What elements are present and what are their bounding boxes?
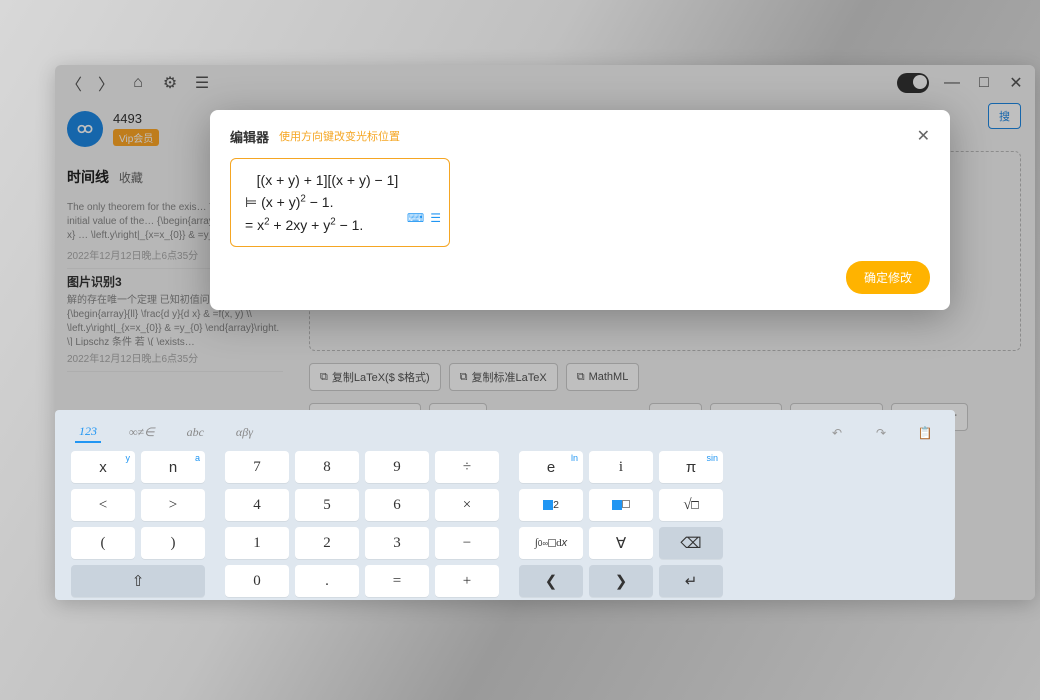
key-right[interactable]: ❯ [589,565,653,597]
key-divide[interactable]: ÷ [435,451,499,483]
undo-icon[interactable]: ↶ [827,423,847,443]
key-enter[interactable]: ↵ [659,565,723,597]
kb-tab-symbols[interactable]: ∞≠∈ [125,423,159,442]
key-x[interactable]: xy [71,451,135,483]
key-forall[interactable]: ∀ [589,527,653,559]
key-gt[interactable]: > [141,489,205,521]
key-3[interactable]: 3 [365,527,429,559]
key-subtract[interactable]: − [435,527,499,559]
key-i[interactable]: i [589,451,653,483]
kb-tab-greek[interactable]: αβγ [232,423,257,442]
key-shift[interactable]: ⇧ [71,565,205,597]
key-7[interactable]: 7 [225,451,289,483]
key-dot[interactable]: . [295,565,359,597]
virtual-keyboard: 123 ∞≠∈ abc αβγ ↶ ↷ 📋 xy na < > ( ) ⇧ 7 … [55,410,955,600]
key-n[interactable]: na [141,451,205,483]
key-lparen[interactable]: ( [71,527,135,559]
key-e[interactable]: eln [519,451,583,483]
key-square[interactable]: 2 [519,489,583,521]
formula-line-1: [(x + y) + 1][(x + y) − 1] [245,169,435,191]
kb-group-numpad: 7 8 9 ÷ 4 5 6 × 1 2 3 − 0 . = + [225,451,499,597]
editor-modal: 编辑器 使用方向键改变光标位置 ✕ [(x + y) + 1][(x + y) … [210,110,950,310]
redo-icon[interactable]: ↷ [871,423,891,443]
kb-tab-123[interactable]: 123 [75,422,101,443]
key-equals[interactable]: = [365,565,429,597]
menu-icon[interactable]: ☰ [430,209,441,228]
keyboard-icon[interactable]: ⌨ [407,209,424,228]
formula-editor[interactable]: [(x + y) + 1][(x + y) − 1] ⊨ (x + y)2 − … [230,158,450,247]
key-power[interactable] [589,489,653,521]
kb-group-vars: xy na < > ( ) ⇧ [71,451,205,597]
modal-hint: 使用方向键改变光标位置 [279,128,400,144]
key-rparen[interactable]: ) [141,527,205,559]
key-0[interactable]: 0 [225,565,289,597]
key-6[interactable]: 6 [365,489,429,521]
key-5[interactable]: 5 [295,489,359,521]
key-multiply[interactable]: × [435,489,499,521]
key-2[interactable]: 2 [295,527,359,559]
paste-icon[interactable]: 📋 [915,423,935,443]
key-backspace[interactable]: ⌫ [659,527,723,559]
key-lt[interactable]: < [71,489,135,521]
key-4[interactable]: 4 [225,489,289,521]
key-1[interactable]: 1 [225,527,289,559]
key-sqrt[interactable]: √ [659,489,723,521]
key-left[interactable]: ❮ [519,565,583,597]
kb-group-math: eln i πsin 2 √ ∫0∞ dx ∀ ⌫ ❮ ❯ ↵ [519,451,723,597]
modal-close-button[interactable]: ✕ [917,126,930,146]
key-add[interactable]: + [435,565,499,597]
key-9[interactable]: 9 [365,451,429,483]
confirm-button[interactable]: 确定修改 [846,261,930,294]
kb-tab-abc[interactable]: abc [183,423,208,442]
key-pi[interactable]: πsin [659,451,723,483]
keyboard-tabs: 123 ∞≠∈ abc αβγ ↶ ↷ 📋 [67,418,943,451]
key-integral[interactable]: ∫0∞ dx [519,527,583,559]
modal-title: 编辑器 [230,127,269,146]
key-8[interactable]: 8 [295,451,359,483]
